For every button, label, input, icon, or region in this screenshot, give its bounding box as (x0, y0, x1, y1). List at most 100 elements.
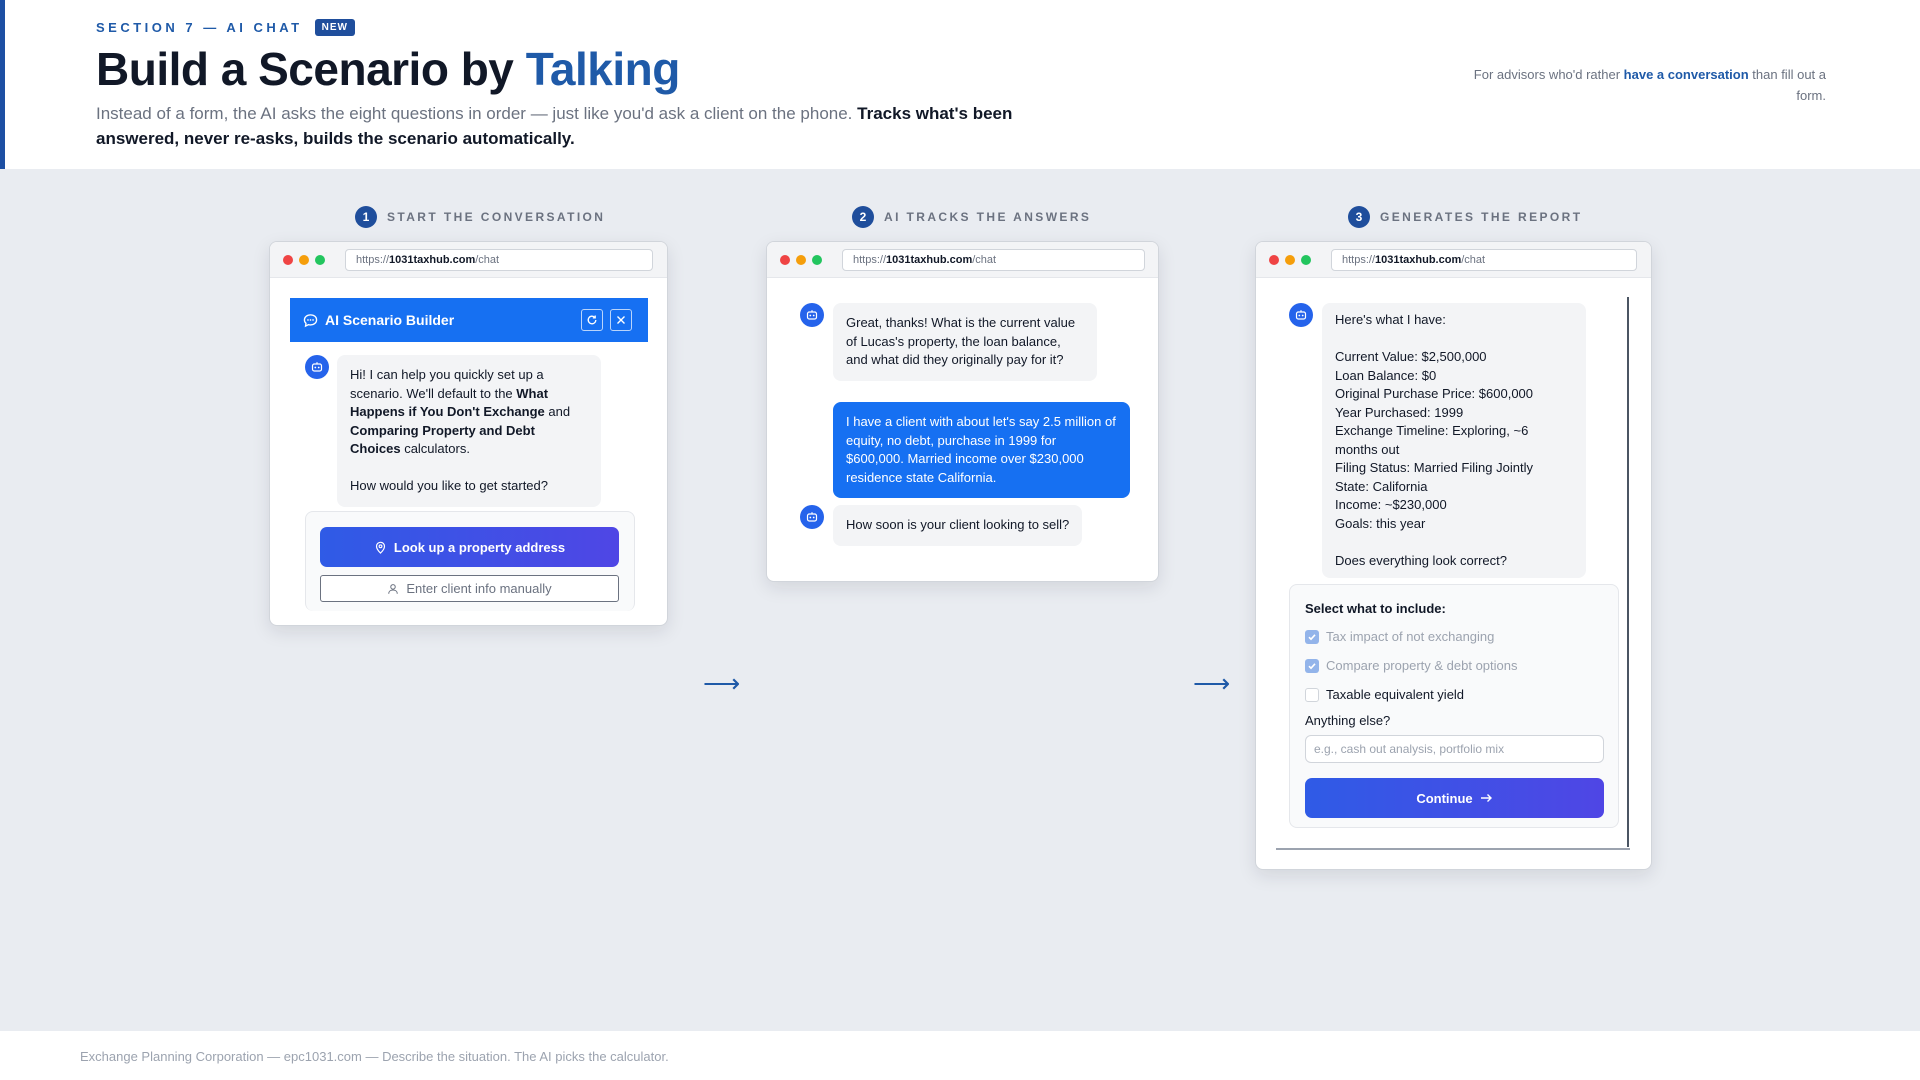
page-footer: Exchange Planning Corporation — epc1031.… (0, 1031, 1920, 1080)
summary-message: Here's what I have: Current Value: $2,50… (1322, 303, 1586, 578)
anything-else-label: Anything else? (1305, 713, 1391, 728)
browser-window-3: https://1031taxhub.com/chat Here's what … (1255, 241, 1652, 870)
enter-manually-label: Enter client info manually (406, 581, 552, 596)
summary-question: Does everything look correct? (1335, 552, 1507, 568)
subtitle-plain: Instead of a form, the AI asks the eight… (96, 104, 858, 123)
refresh-icon (587, 315, 597, 325)
section-eyebrow: SECTION 7 — AI CHAT NEW (96, 19, 355, 36)
address-bar[interactable]: https://1031taxhub.com/chat (1331, 248, 1637, 271)
url-path: /chat (972, 253, 997, 266)
step-2-text: AI TRACKS THE ANSWERS (884, 210, 1092, 224)
url-path: /chat (475, 253, 500, 266)
bot-icon (806, 310, 818, 320)
arrow-right-icon: ⟶ (703, 668, 741, 698)
scrollbar[interactable] (1627, 297, 1629, 847)
url-domain: 1031taxhub.com (389, 253, 476, 266)
url-prefix: https:// (356, 253, 390, 266)
enter-manually-button[interactable]: Enter client info manually (320, 575, 619, 602)
bot-message: How soon is your client looking to sell? (833, 505, 1083, 546)
option-compare-property[interactable]: Compare property & debt options (1305, 658, 1518, 673)
window-close-dot[interactable] (1269, 254, 1279, 265)
user-message: I have a client with about let's say 2.5… (833, 402, 1130, 498)
user-icon (388, 583, 399, 594)
address-bar[interactable]: https://1031taxhub.com/chat (345, 248, 653, 271)
bot-avatar (305, 355, 329, 379)
bot-avatar (800, 505, 824, 529)
arrow-right-icon (1480, 794, 1492, 802)
bot-icon (311, 362, 323, 372)
aside-bold: have a conversation (1623, 67, 1749, 82)
window-minimize-dot[interactable] (1285, 254, 1295, 265)
bot-message: Hi! I can help you quickly set up a scen… (337, 355, 601, 507)
checkbox-unchecked[interactable] (1305, 687, 1319, 702)
aside-post: than fill out a form. (1748, 67, 1826, 103)
url-domain: 1031taxhub.com (886, 253, 973, 266)
anything-else-input[interactable]: e.g., cash out analysis, portfolio mix (1305, 735, 1604, 763)
summary-line: Income: ~$230,000 (1335, 497, 1447, 512)
address-bar[interactable]: https://1031taxhub.com/chat (842, 248, 1145, 271)
header-aside: For advisors who'd rather have a convers… (1446, 64, 1826, 106)
msg-text: calculators. (400, 441, 470, 456)
window-minimize-dot[interactable] (299, 254, 309, 265)
section-label: SECTION 7 — AI CHAT (96, 20, 303, 35)
step-3-number: 3 (1348, 206, 1370, 228)
summary-line: Original Purchase Price: $600,000 (1335, 386, 1534, 401)
option-label: Taxable equivalent yield (1326, 687, 1465, 702)
step-1-text: START THE CONVERSATION (387, 210, 606, 224)
chat-widget-title: AI Scenario Builder (325, 312, 455, 328)
lookup-address-button[interactable]: Look up a property address (320, 527, 619, 567)
summary-line: Filing Status: Married Filing Jointly (1335, 460, 1533, 475)
close-button[interactable] (610, 309, 632, 331)
arrow-right-icon: ⟶ (1193, 668, 1231, 698)
option-label: Compare property & debt options (1326, 658, 1518, 673)
continue-label: Continue (1416, 790, 1473, 806)
scroll-divider (1276, 848, 1630, 850)
browser-chrome: https://1031taxhub.com/chat (1256, 242, 1651, 278)
page-title: Build a Scenario by Talking (96, 42, 680, 96)
option-tax-impact[interactable]: Tax impact of not exchanging (1305, 629, 1494, 644)
page-header: SECTION 7 — AI CHAT NEW Build a Scenario… (0, 0, 1920, 169)
url-prefix: https:// (1342, 253, 1376, 266)
summary-line: Year Purchased: 1999 (1335, 404, 1464, 420)
summary-line: State: California (1335, 478, 1428, 494)
window-maximize-dot[interactable] (1301, 254, 1311, 265)
url-prefix: https:// (853, 253, 887, 266)
include-options-panel: Select what to include: Tax impact of no… (1289, 584, 1619, 828)
browser-window-1: https://1031taxhub.com/chat AI Scenario … (269, 241, 668, 626)
window-close-dot[interactable] (780, 254, 790, 265)
step-3-label: 3 GENERATES THE REPORT (1348, 206, 1582, 228)
checkbox-checked[interactable] (1305, 658, 1319, 673)
option-label: Tax impact of not exchanging (1326, 629, 1495, 644)
checkbox-checked[interactable] (1305, 629, 1319, 644)
bot-message: Great, thanks! What is the current value… (833, 303, 1097, 381)
bot-icon (806, 512, 818, 522)
refresh-button[interactable] (581, 309, 603, 331)
window-minimize-dot[interactable] (796, 254, 806, 265)
option-taxable-yield[interactable]: Taxable equivalent yield (1305, 687, 1464, 702)
summary-line: Exchange Timeline: Exploring, ~6 months … (1335, 423, 1529, 457)
page-subtitle: Instead of a form, the AI asks the eight… (96, 101, 1056, 151)
continue-button[interactable]: Continue (1305, 778, 1604, 818)
chat-widget-header: AI Scenario Builder (290, 298, 648, 342)
step-3-text: GENERATES THE REPORT (1380, 210, 1583, 224)
title-main: Build a Scenario by (96, 43, 526, 95)
summary-intro: Here's what I have: (1335, 312, 1446, 327)
url-domain: 1031taxhub.com (1375, 253, 1462, 266)
close-icon (617, 316, 625, 324)
bot-avatar (800, 303, 824, 327)
map-pin-icon (375, 541, 385, 554)
summary-line: Current Value: $2,500,000 (1335, 349, 1487, 364)
bot-avatar (1289, 303, 1313, 327)
footer-text: Exchange Planning Corporation — epc1031.… (80, 1049, 669, 1064)
step-2-number: 2 (852, 206, 874, 228)
browser-window-2: https://1031taxhub.com/chat Great, thank… (766, 241, 1159, 582)
new-badge: NEW (314, 19, 355, 36)
bot-icon (1295, 310, 1307, 320)
msg-question: How would you like to get started? (350, 478, 548, 493)
window-maximize-dot[interactable] (315, 254, 325, 265)
window-close-dot[interactable] (283, 254, 293, 265)
browser-chrome: https://1031taxhub.com/chat (270, 242, 667, 278)
window-maximize-dot[interactable] (812, 254, 822, 265)
msg-text: Hi! I can help you quickly set up a scen… (350, 367, 544, 401)
summary-line: Goals: this year (1335, 515, 1426, 531)
